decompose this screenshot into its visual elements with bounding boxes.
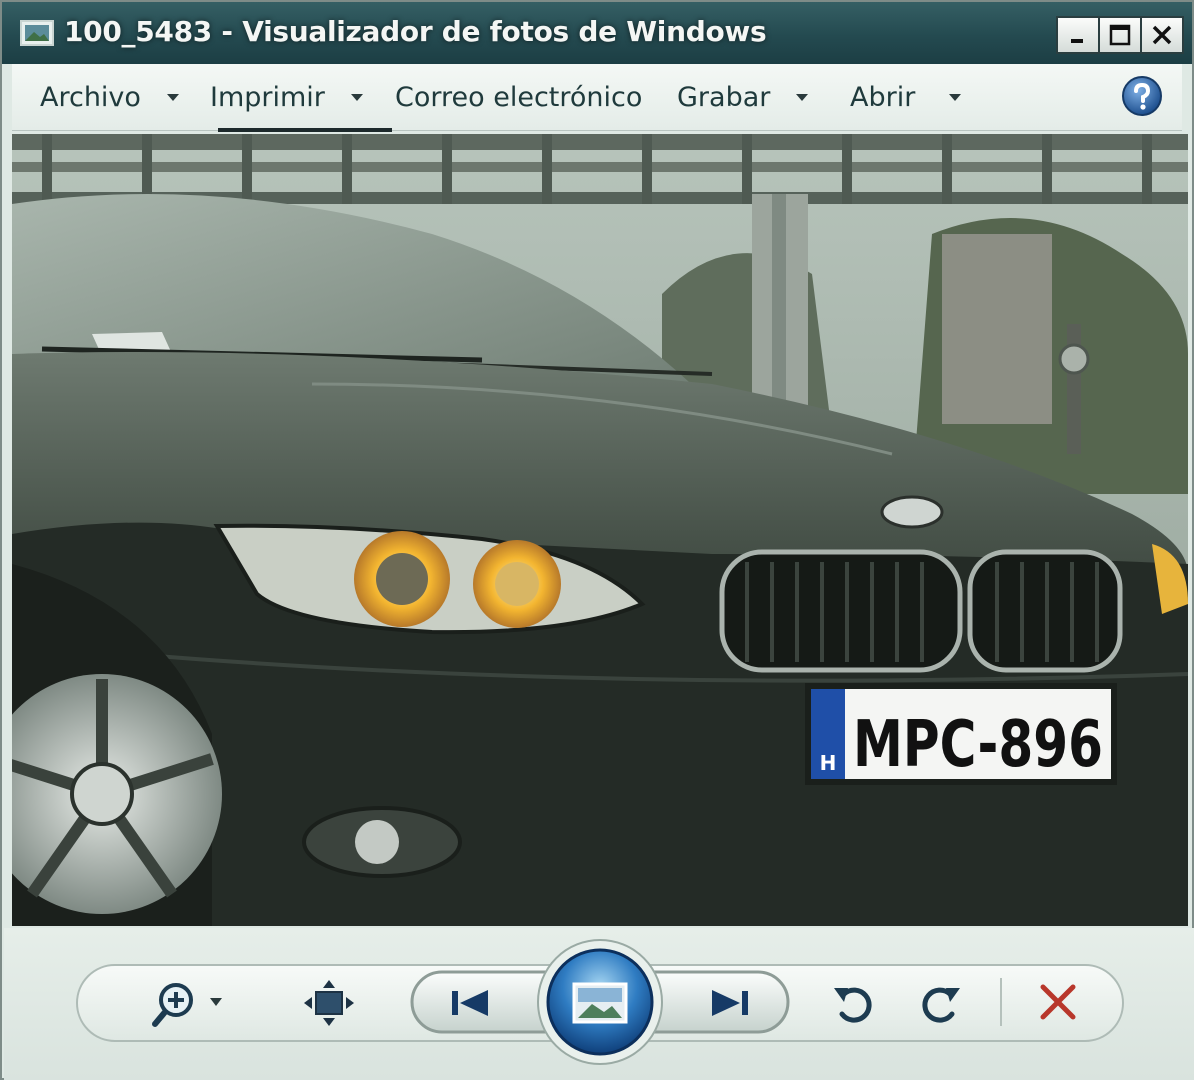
menu-abrir-label: Abrir [850,81,916,113]
menu-archivo[interactable]: Archivo [40,80,179,114]
plate-country: H [820,751,837,775]
minimize-button[interactable] [1056,16,1100,54]
license-plate: H MPC-896 [805,683,1117,785]
menu-grabar[interactable]: Grabar [677,80,809,114]
chevron-down-icon [949,93,962,101]
menu-imprimir[interactable]: Imprimir [210,80,363,114]
chevron-down-icon [796,93,809,101]
bottom-toolbar [4,928,1194,1080]
photo-display[interactable]: H MPC-896 [12,134,1188,926]
menu-correo-electronico[interactable]: Correo electrónico [395,80,642,114]
minimize-icon [1071,39,1083,43]
menu-archivo-label: Archivo [40,81,141,113]
photo-viewer-window: 100_5483 - Visualizador de fotos de Wind… [0,0,1194,1080]
title-bar[interactable]: 100_5483 - Visualizador de fotos de Wind… [2,2,1192,64]
menu-correo-label: Correo electrónico [395,81,643,113]
photo-viewer-app-icon [20,20,54,46]
car-photo: H MPC-896 [12,134,1188,926]
maximize-icon [1109,24,1131,46]
menu-abrir[interactable]: Abrir [850,80,962,114]
close-icon [1152,25,1172,45]
help-icon[interactable] [1120,74,1164,118]
window-controls [1056,16,1184,54]
fit-window-icon[interactable] [302,978,356,1028]
chevron-down-icon [350,93,363,101]
menu-bar: Archivo Imprimir Correo electrónico Grab… [12,64,1182,131]
menu-imprimir-label: Imprimir [210,81,325,113]
window-title: 100_5483 - Visualizador de fotos de Wind… [64,15,767,48]
close-button[interactable] [1140,16,1184,54]
navigation-control [410,939,790,1065]
maximize-button[interactable] [1098,16,1142,54]
slideshow-icon[interactable] [537,939,663,1065]
zoom-icon[interactable] [150,976,234,1032]
rotate-clockwise-icon[interactable] [916,980,964,1028]
delete-icon[interactable] [1038,982,1078,1022]
chevron-down-icon [166,93,179,101]
rotate-counterclockwise-icon[interactable] [830,980,878,1028]
plate-text: MPC-896 [853,708,1103,782]
menu-grabar-label: Grabar [677,81,771,113]
menu-focus-underline [218,128,392,132]
toolbar-separator [1000,978,1002,1026]
